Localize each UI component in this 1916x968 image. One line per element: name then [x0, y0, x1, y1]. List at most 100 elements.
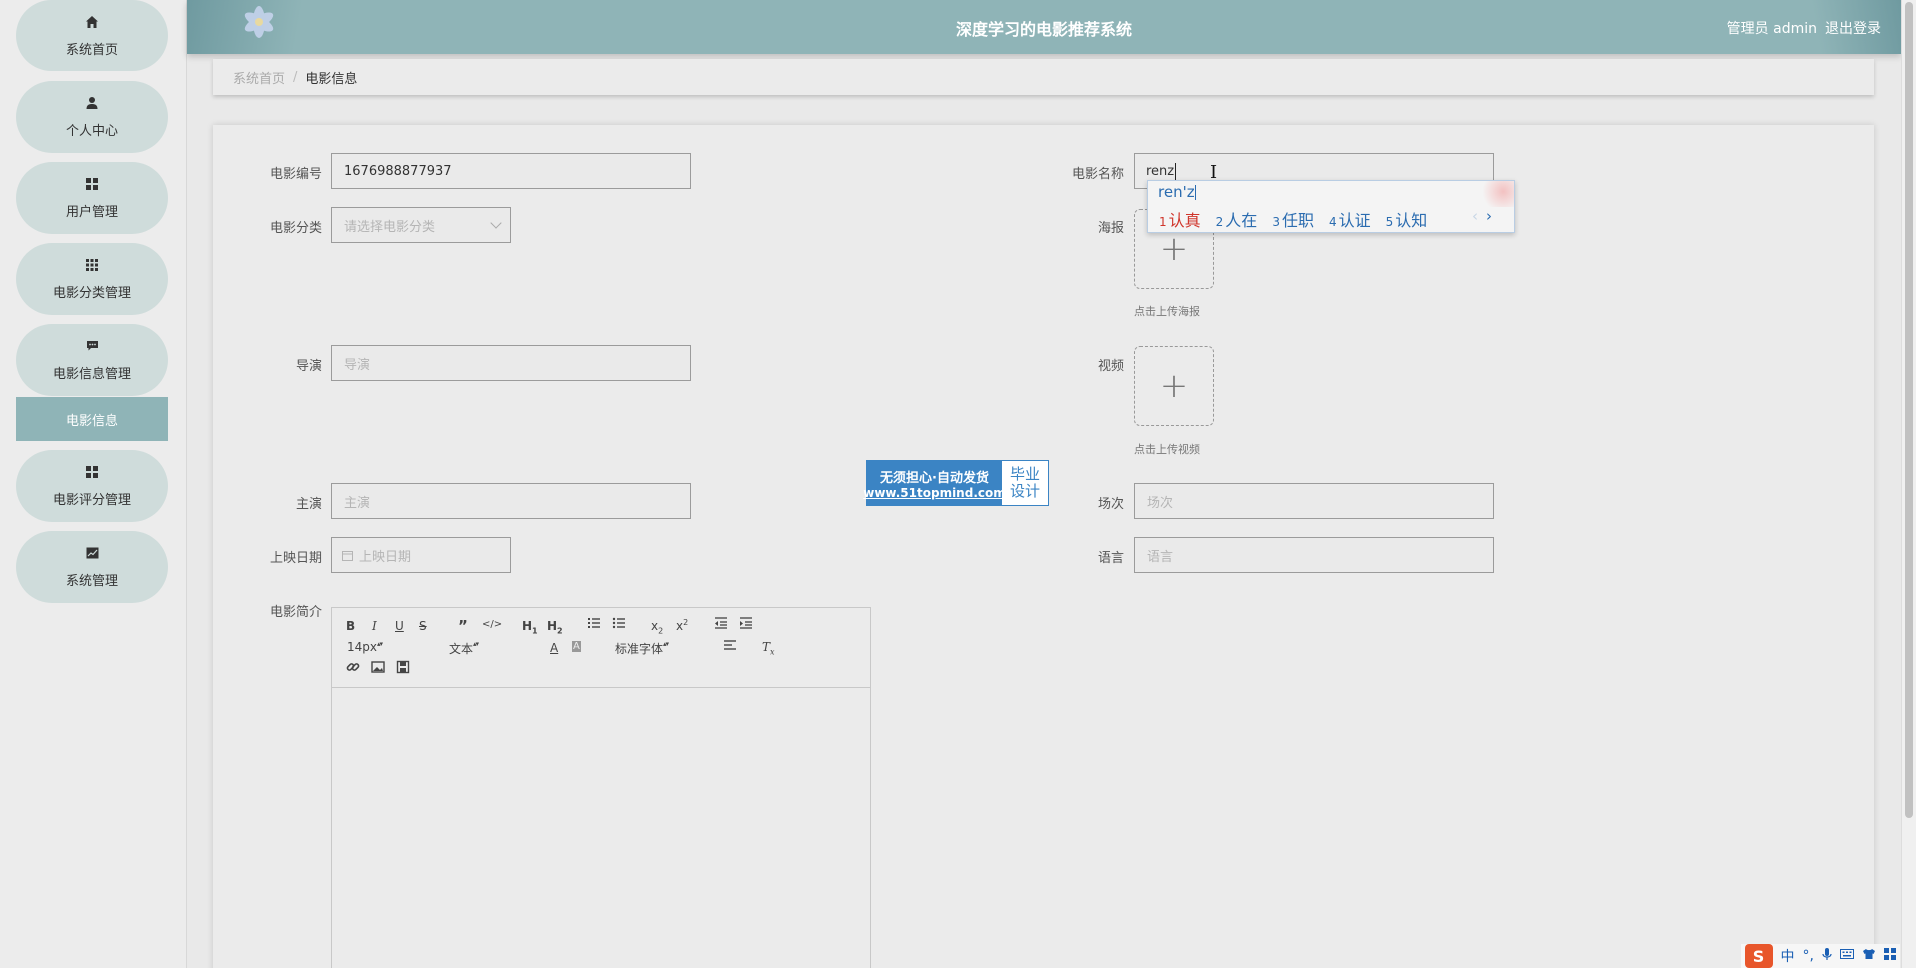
microphone-icon[interactable] — [1822, 947, 1832, 965]
link-icon[interactable] — [346, 660, 360, 677]
ime-candidates: 1 认真 2 人在 3 任职 4 认证 5 认知 — [1159, 207, 1442, 231]
text-caret — [1175, 162, 1177, 180]
video-icon[interactable] — [396, 660, 410, 677]
nav-subitem-movie-info[interactable]: 电影信息 — [16, 397, 168, 441]
ime-candidate-popup: ren'z 1 认真 2 人在 3 任职 4 认证 5 认知 ‹ › — [1147, 180, 1515, 233]
nav-item-users[interactable]: 用户管理 — [16, 162, 168, 234]
nav-item-movie-info[interactable]: 电影信息管理 — [16, 324, 168, 396]
superscript-button[interactable]: x2 — [676, 618, 688, 633]
intro-label: 电影简介 — [269, 605, 322, 620]
rich-text-editor: B I U S ” </> H1 H2 x2 x2 14px 文本 A A 标准… — [331, 607, 871, 968]
director-placeholder: 导演 — [344, 357, 371, 373]
release-date-picker[interactable]: 上映日期 — [331, 537, 511, 573]
breadcrumb-home-link[interactable]: 系统首页 — [233, 68, 285, 87]
scrollbar-thumb[interactable] — [1905, 2, 1913, 818]
bold-button[interactable]: B — [346, 619, 355, 633]
image-icon[interactable] — [371, 660, 385, 677]
ime-candidate[interactable]: 5 认知 — [1386, 207, 1428, 231]
nav-item-ratings[interactable]: 电影评分管理 — [16, 450, 168, 522]
movie-id-input[interactable]: 1676988877937 — [331, 153, 691, 189]
nav-item-label: 电影评分管理 — [52, 493, 131, 508]
movie-name-value: renz — [1146, 163, 1175, 179]
director-input[interactable]: 导演 — [331, 345, 691, 381]
poster-upload-hint: 点击上传海报 — [1134, 305, 1200, 318]
breadcrumb-separator: / — [293, 69, 298, 85]
plus-icon: + — [1159, 366, 1189, 406]
actors-input[interactable]: 主演 — [331, 483, 691, 519]
language-placeholder: 语言 — [1147, 549, 1174, 565]
video-upload-hint: 点击上传视频 — [1134, 443, 1200, 456]
nav-item-home[interactable]: 系统首页 — [16, 0, 168, 71]
subscript-button[interactable]: x2 — [651, 619, 663, 635]
plus-icon: + — [1159, 229, 1189, 269]
font-color-button[interactable]: A — [550, 641, 558, 655]
heading1-button[interactable]: H1 — [522, 619, 538, 635]
release-date-placeholder: 上映日期 — [359, 549, 412, 565]
logout-button[interactable]: 退出登录 — [1825, 21, 1881, 37]
font-family-value: 标准字体 — [615, 642, 664, 656]
apps-icon — [84, 257, 100, 273]
chart-icon — [84, 545, 100, 561]
nav-item-label: 电影信息管理 — [52, 367, 131, 382]
keyboard-icon[interactable] — [1840, 948, 1854, 964]
ime-composition: ren'z — [1158, 183, 1196, 201]
ime-composition-text: ren'z — [1158, 183, 1195, 201]
nav-item-category[interactable]: 电影分类管理 — [16, 243, 168, 315]
user-icon — [84, 95, 100, 111]
ime-mode-indicator[interactable]: 中 — [1781, 946, 1795, 966]
session-input[interactable]: 场次 — [1134, 483, 1494, 519]
ime-candidate[interactable]: 3 任职 — [1272, 207, 1314, 231]
sogou-logo-icon[interactable]: S — [1744, 944, 1773, 968]
italic-button[interactable]: I — [372, 619, 377, 633]
release-date-label: 上映日期 — [269, 551, 322, 566]
ime-candidate[interactable]: 4 认证 — [1329, 207, 1371, 231]
outdent-icon[interactable] — [714, 616, 728, 633]
nav-item-label: 系统首页 — [65, 42, 118, 58]
clear-format-button[interactable]: Tx — [762, 640, 775, 656]
align-left-icon[interactable] — [723, 638, 737, 655]
font-family-select[interactable]: 标准字体 — [615, 640, 703, 657]
nav-item-label: 电影分类管理 — [52, 286, 131, 301]
nav-item-profile[interactable]: 个人中心 — [16, 81, 168, 153]
session-label: 场次 — [1097, 497, 1124, 512]
background-color-button[interactable]: A — [572, 641, 581, 652]
font-size-value: 14px — [347, 640, 377, 654]
ordered-list-icon[interactable] — [587, 616, 601, 633]
editor-toolbar: B I U S ” </> H1 H2 x2 x2 14px 文本 A A 标准… — [332, 608, 870, 688]
vertical-scrollbar[interactable] — [1901, 0, 1916, 968]
ime-page-arrows[interactable]: ‹ › — [1472, 207, 1492, 225]
video-label: 视频 — [1097, 359, 1124, 374]
home-icon — [84, 14, 100, 30]
poster-label: 海报 — [1097, 221, 1124, 236]
text-type-value: 文本 — [449, 642, 474, 656]
nav-item-system[interactable]: 系统管理 — [16, 531, 168, 603]
video-upload-button[interactable]: + — [1134, 346, 1214, 426]
category-select[interactable]: 请选择电影分类 — [331, 207, 511, 243]
code-block-icon[interactable]: </> — [482, 619, 502, 630]
toolbox-grid-icon[interactable] — [1884, 948, 1896, 964]
underline-button[interactable]: U — [395, 619, 404, 633]
nav-item-label: 系统管理 — [65, 574, 118, 589]
skin-shirt-icon[interactable] — [1862, 948, 1876, 964]
ime-candidate[interactable]: 1 认真 — [1159, 207, 1201, 231]
movie-id-value: 1676988877937 — [344, 163, 452, 179]
font-size-select[interactable]: 14px — [347, 640, 423, 654]
heading2-button[interactable]: H2 — [547, 619, 563, 635]
text-type-select[interactable]: 文本 — [449, 640, 525, 657]
actors-placeholder: 主演 — [344, 495, 371, 511]
punctuation-icon[interactable]: °, — [1803, 948, 1814, 964]
chevron-right-icon: › — [1486, 207, 1492, 225]
top-header: 深度学习的电影推荐系统 管理员 admin 退出登录 — [187, 0, 1901, 54]
watermark-right1: 毕业 — [1009, 465, 1040, 483]
actors-label: 主演 — [295, 497, 322, 512]
strike-button[interactable]: S — [419, 619, 427, 633]
bullet-list-icon[interactable] — [612, 616, 626, 633]
category-placeholder: 请选择电影分类 — [344, 219, 436, 235]
watermark-ad[interactable]: 无须担心·自动发货 www.51topmind.com 毕业 设计 — [863, 460, 1049, 506]
admin-user-label: 管理员 admin — [1726, 21, 1817, 37]
ime-tray: S 中 °, — [1740, 944, 1900, 968]
blockquote-icon[interactable]: ” — [458, 617, 468, 635]
ime-candidate[interactable]: 2 人在 — [1216, 207, 1258, 231]
indent-icon[interactable] — [739, 616, 753, 633]
language-input[interactable]: 语言 — [1134, 537, 1494, 573]
